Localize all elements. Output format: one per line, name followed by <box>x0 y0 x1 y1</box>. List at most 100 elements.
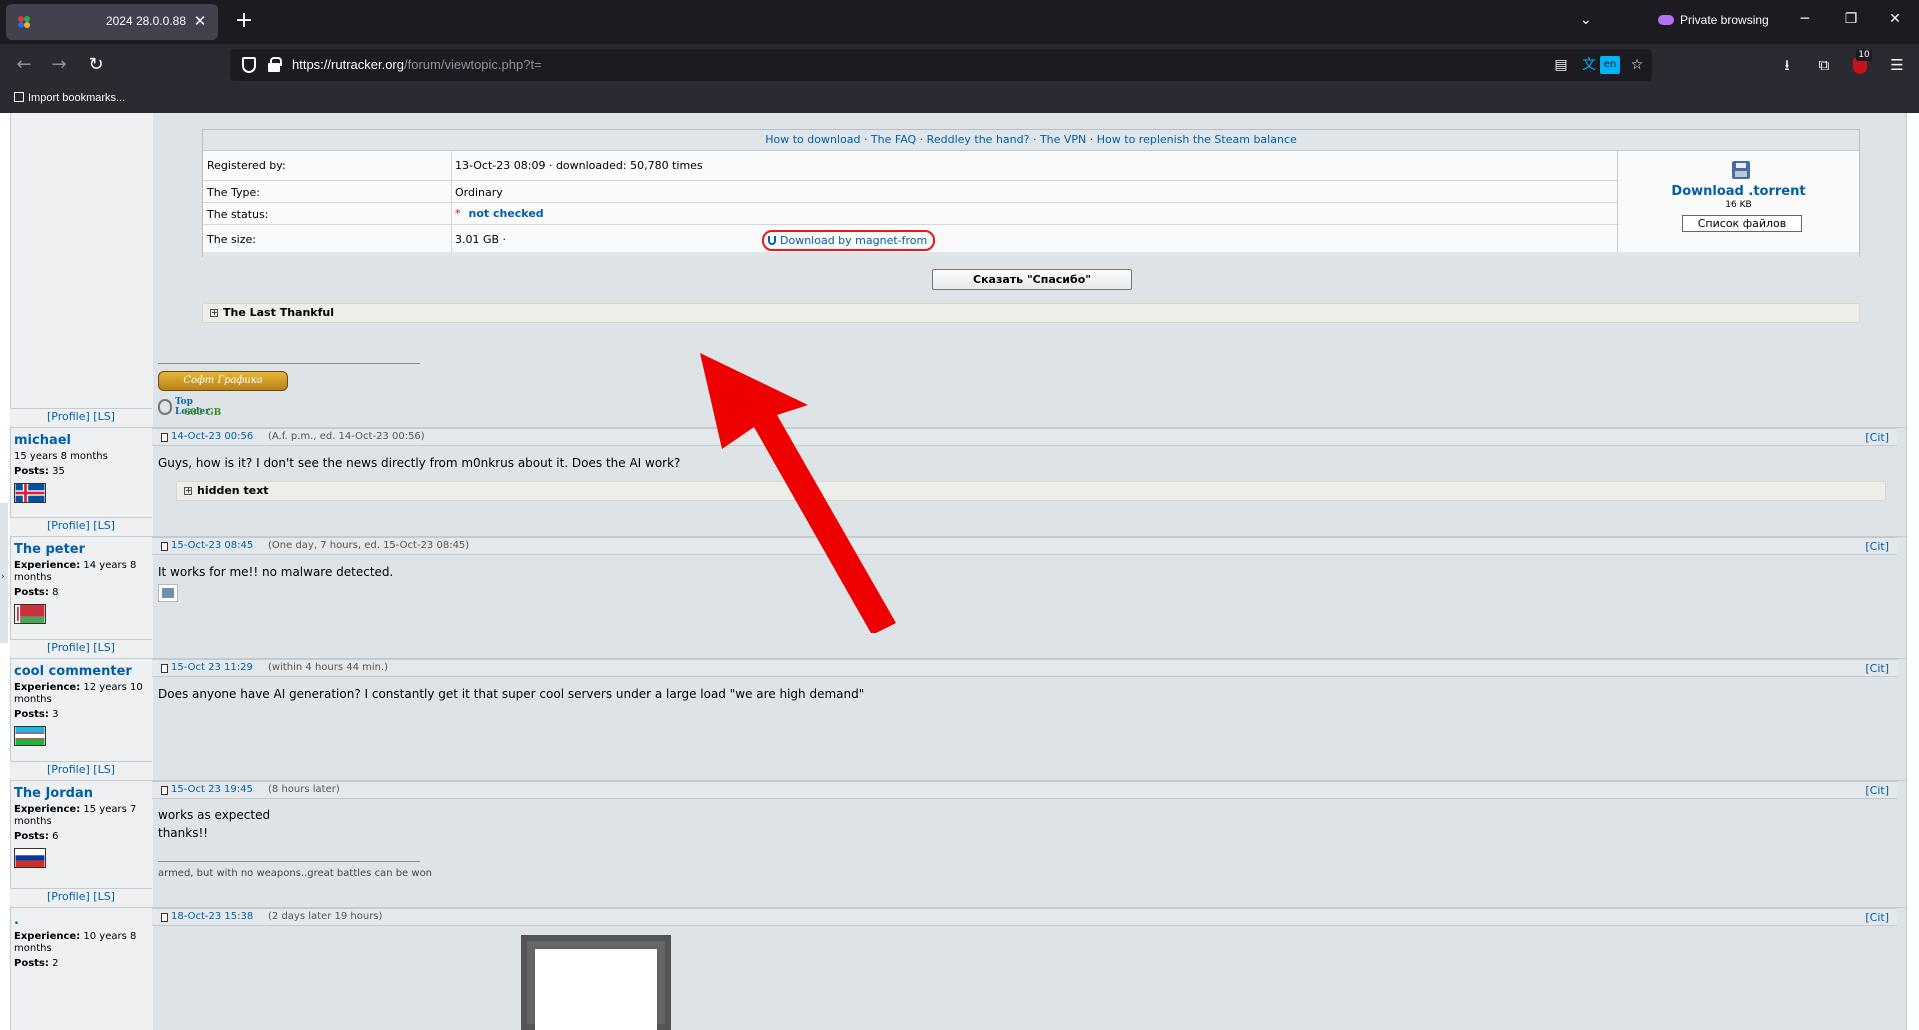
tracking-protection-shield-icon[interactable] <box>242 57 256 73</box>
profile-links[interactable]: [Profile] [LS] <box>10 888 152 906</box>
extensions-icon[interactable]: ⧉ <box>1813 54 1835 76</box>
post-date-link[interactable]: 18-Oct-23 15:38 <box>171 911 253 922</box>
author-post-count: Posts: 35 <box>14 466 144 478</box>
profile-links[interactable]: [Profile] [LS] <box>10 408 152 426</box>
status-not-checked[interactable]: not checked <box>469 207 544 220</box>
list-all-tabs-icon[interactable]: ⌄ <box>1580 12 1592 28</box>
author-post-count: Posts: 6 <box>14 831 144 843</box>
download-torrent-link[interactable]: Download .torrent <box>1618 184 1859 199</box>
post-date-link[interactable]: 15-Oct 23 11:29 <box>171 662 253 673</box>
author-name[interactable]: michael <box>14 433 144 448</box>
author-name[interactable]: . <box>14 913 144 928</box>
author-experience: Experience: 14 years 8 months <box>14 560 144 584</box>
posts-value: 2 <box>52 958 59 969</box>
file-list-button[interactable]: Список файлов <box>1682 215 1802 232</box>
last-thankful-spoiler[interactable]: + The Last Thankful <box>202 303 1860 323</box>
torrent-table-footer <box>203 252 1859 257</box>
reload-icon[interactable]: ↻ <box>84 53 108 77</box>
minimize-icon[interactable]: ─ <box>1795 11 1815 27</box>
post-author-info: michael 15 years 8 months Posts: 35 <box>14 433 144 506</box>
expand-plus-icon: + <box>184 486 192 495</box>
post-meta: (within 4 hours 44 min.) <box>268 662 389 673</box>
posts-label: Posts: <box>14 709 49 720</box>
author-post-count: Posts: 3 <box>14 709 144 721</box>
url-text[interactable]: https://rutracker.org/forum/viewtopic.ph… <box>292 57 542 72</box>
translate-language-badge[interactable]: en <box>1600 56 1620 74</box>
quote-link[interactable]: [Cit] <box>1865 784 1889 797</box>
author-name[interactable]: cool commenter <box>14 664 144 679</box>
magnet-link-label: Download by magnet-from <box>780 234 928 247</box>
posts-value: 6 <box>52 831 59 842</box>
post-author-info: cool commenter Experience: 12 years 10 m… <box>14 664 144 749</box>
downloads-icon[interactable]: ⭳ <box>1776 54 1798 76</box>
post-meta: (2 days later 19 hours) <box>268 911 383 922</box>
size-value: 3.01 GB · Download by magnet-from <box>455 230 936 251</box>
bookmark-star-icon[interactable]: ☆ <box>1628 56 1646 74</box>
image-placeholder-icon[interactable] <box>158 584 178 602</box>
soft-grafika-badge[interactable]: Софт Графика <box>158 371 288 391</box>
profile-links[interactable]: [Profile] [LS] <box>10 517 152 535</box>
profile-links[interactable]: [Profile] [LS] <box>10 761 152 779</box>
type-value: Ordinary <box>455 186 503 199</box>
menu-icon[interactable]: ☰ <box>1886 54 1908 76</box>
hidden-text-spoiler[interactable]: + hidden text <box>176 481 1886 501</box>
size-text: 3.01 GB · <box>455 233 507 246</box>
author-name[interactable]: The Jordan <box>14 786 144 801</box>
post-image-content <box>535 949 657 1030</box>
quote-link[interactable]: [Cit] <box>1865 911 1889 924</box>
post-meta: (A.f. p.m., ed. 14-Oct-23 00:56) <box>268 431 425 442</box>
last-thankful-label: The Last Thankful <box>223 306 334 319</box>
uzbekistan-flag-icon <box>14 726 46 746</box>
author-name[interactable]: The peter <box>14 542 144 557</box>
experience-label: Experience: <box>14 560 81 571</box>
translate-icon[interactable]: 文 <box>1580 56 1598 74</box>
post-author-info: . Experience: 10 years 8 months Posts: 2 <box>14 913 144 970</box>
say-thanks-button[interactable]: Сказать "Спасибо" <box>932 269 1132 290</box>
help-links[interactable]: How to download · The FAQ · Reddley the … <box>203 130 1859 150</box>
post-text: It works for me!! no malware detected. <box>158 565 394 579</box>
url-bar[interactable]: https://rutracker.org/forum/viewtopic.ph… <box>230 49 1652 81</box>
registered-label: Registered by: <box>207 159 286 172</box>
post-author-info: The peter Experience: 14 years 8 months … <box>14 542 144 627</box>
author-post-count: Posts: 8 <box>14 587 144 599</box>
post-date-link[interactable]: 15-Oct 23 19:45 <box>171 784 253 795</box>
size-label: The size: <box>207 233 256 246</box>
import-bookmarks-button[interactable]: Import bookmarks... <box>14 92 125 104</box>
back-icon[interactable]: ← <box>12 53 36 77</box>
forward-icon[interactable]: → <box>47 53 71 77</box>
tab-close-icon[interactable]: ✕ <box>190 11 210 31</box>
new-tab-button[interactable]: + <box>232 10 256 34</box>
belarus-flag-icon <box>14 604 46 624</box>
quote-link[interactable]: [Cit] <box>1865 540 1889 553</box>
lock-icon[interactable] <box>268 57 282 72</box>
post-icon <box>161 664 168 673</box>
post-date-link[interactable]: 14-Oct-23 00:56 <box>171 431 253 442</box>
post-meta: (One day, 7 hours, ed. 15-Oct-23 08:45) <box>268 540 470 551</box>
close-window-icon[interactable]: ✕ <box>1885 11 1905 27</box>
status-star: * <box>455 207 461 220</box>
profile-links[interactable]: [Profile] [LS] <box>10 639 152 657</box>
quote-link[interactable]: [Cit] <box>1865 662 1889 675</box>
sidebar-toggle-icon[interactable]: › <box>1 572 5 582</box>
quote-link[interactable]: [Cit] <box>1865 431 1889 444</box>
post-icon <box>161 786 168 795</box>
post-author-info: The Jordan Experience: 15 years 7 months… <box>14 786 144 871</box>
posts-value: 8 <box>52 587 59 598</box>
private-browsing-label: Private browsing <box>1680 13 1769 27</box>
post-text-line: works as expected <box>158 808 271 822</box>
reader-view-icon[interactable]: ▤ <box>1552 56 1570 74</box>
post-text: Guys, how is it? I don't see the news di… <box>158 456 681 470</box>
post-text-line: thanks!! <box>158 826 209 840</box>
post-image[interactable] <box>521 935 671 1030</box>
tab-bar: 2024 28.0.0.88 ✕ + ⌄ Private browsing ─ … <box>0 0 1919 44</box>
floppy-disk-icon[interactable] <box>1732 161 1750 179</box>
page-content: › How to download · The FAQ · Reddley th… <box>0 113 1919 1030</box>
restore-icon[interactable]: ❐ <box>1841 11 1861 27</box>
post-date-link[interactable]: 15-Oct-23 08:45 <box>171 540 253 551</box>
magnet-icon <box>768 236 776 245</box>
magnet-download-link[interactable]: Download by magnet-from <box>762 230 936 251</box>
top-loader-badge: Top Loader 600 GB <box>158 395 228 419</box>
tab-title: 2024 28.0.0.88 <box>105 14 186 28</box>
active-tab[interactable]: 2024 28.0.0.88 ✕ <box>6 4 218 40</box>
status-row: The status: * not checked <box>203 203 1617 225</box>
